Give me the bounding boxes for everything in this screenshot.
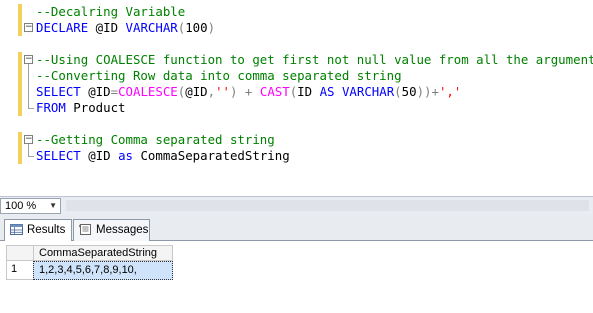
code-line[interactable]: --Using COALESCE function to get first n… [36, 52, 593, 68]
grid-cell-value: 1,2,3,4,5,6,7,8,9,10, [39, 264, 137, 276]
collapse-icon[interactable]: − [24, 135, 33, 144]
code-token: --Getting Comma separated string [36, 132, 275, 147]
row-number-label: 1 [11, 263, 18, 275]
change-marker [18, 132, 22, 148]
code-token: AS [319, 84, 335, 99]
code-token: CommaSeparatedString [133, 148, 290, 163]
code-token: FROM [36, 100, 66, 115]
messages-icon [79, 224, 91, 235]
change-marker [18, 52, 22, 68]
zoom-value: 100 % [5, 200, 37, 212]
code-token: VARCHAR [125, 20, 178, 35]
editor-margin [0, 0, 19, 196]
code-token: --Converting Row data into comma separat… [36, 68, 402, 83]
code-token: SELECT [36, 84, 81, 99]
outline-line [28, 144, 29, 156]
code-line[interactable]: --Decalring Variable [36, 4, 185, 20]
grid-cell[interactable]: 1,2,3,4,5,6,7,8,9,10, [33, 261, 173, 280]
code-token: ))+ [416, 84, 439, 99]
query-editor[interactable]: --Decalring Variable DECLARE @ID VARCHAR(… [0, 0, 593, 196]
grid-icon [10, 224, 23, 235]
code-token: = [110, 84, 119, 99]
outline-end [28, 156, 34, 157]
results-grid[interactable]: CommaSeparatedString 1 1,2,3,4,5,6,7,8,9… [0, 241, 593, 313]
code-line[interactable]: --Getting Comma separated string [36, 132, 275, 148]
code-token: , [207, 84, 216, 99]
zoom-dropdown[interactable]: 100 % ▼ [0, 198, 61, 214]
code-line[interactable]: SELECT @ID=COALESCE(@ID,'') + CAST(ID AS… [36, 84, 461, 100]
code-token: as [118, 148, 133, 163]
column-header[interactable]: CommaSeparatedString [33, 245, 173, 261]
code-token: Product [65, 100, 126, 115]
code-line[interactable]: SELECT @ID as CommaSeparatedString [36, 148, 290, 164]
tab-results[interactable]: Results [4, 219, 72, 242]
code-token: '' [215, 84, 231, 99]
code-token: 100 [185, 20, 208, 35]
change-marker [18, 4, 22, 20]
code-token: ) + [230, 84, 260, 99]
grid-corner[interactable] [6, 245, 33, 261]
code-token: --Decalring Variable [36, 4, 186, 19]
results-tabbar: Results Messages [0, 215, 593, 242]
change-marker [18, 100, 22, 116]
editor-status-strip: 100 % ▼ [0, 196, 593, 215]
outline-end [28, 108, 34, 109]
code-token: ( [394, 84, 402, 99]
code-line[interactable]: FROM Product [36, 100, 126, 116]
tab-label: Results [27, 224, 66, 236]
code-token: 50 [401, 84, 417, 99]
tab-label: Messages [96, 224, 149, 236]
horizontal-scrollbar[interactable] [66, 200, 589, 211]
code-token: @ID [88, 20, 126, 35]
change-marker [18, 68, 22, 84]
tab-messages[interactable]: Messages [73, 219, 150, 241]
collapse-icon[interactable]: − [24, 23, 33, 32]
column-header-label: CommaSeparatedString [39, 247, 158, 259]
code-token: @ID [80, 84, 111, 99]
code-token: SELECT [36, 148, 81, 163]
change-marker [18, 20, 22, 36]
outline-line [28, 64, 29, 108]
chevron-down-icon[interactable]: ▼ [49, 199, 57, 213]
code-token: @ID [185, 84, 208, 99]
code-token: ID [297, 84, 320, 99]
code-token: ) [207, 20, 216, 35]
code-token: --Using COALESCE function to get first n… [36, 52, 593, 67]
code-token: ',' [438, 84, 462, 99]
code-token: CAST [259, 84, 290, 99]
code-line[interactable]: --Converting Row data into comma separat… [36, 68, 402, 84]
change-marker [18, 84, 22, 100]
code-token: COALESCE [118, 84, 178, 99]
row-number[interactable]: 1 [6, 261, 33, 280]
code-token: DECLARE [36, 20, 89, 35]
change-marker [18, 148, 22, 164]
code-line[interactable]: DECLARE @ID VARCHAR(100) [36, 20, 215, 36]
collapse-icon[interactable]: − [24, 55, 33, 64]
code-token: @ID [80, 148, 119, 163]
code-token: VARCHAR [341, 84, 395, 99]
